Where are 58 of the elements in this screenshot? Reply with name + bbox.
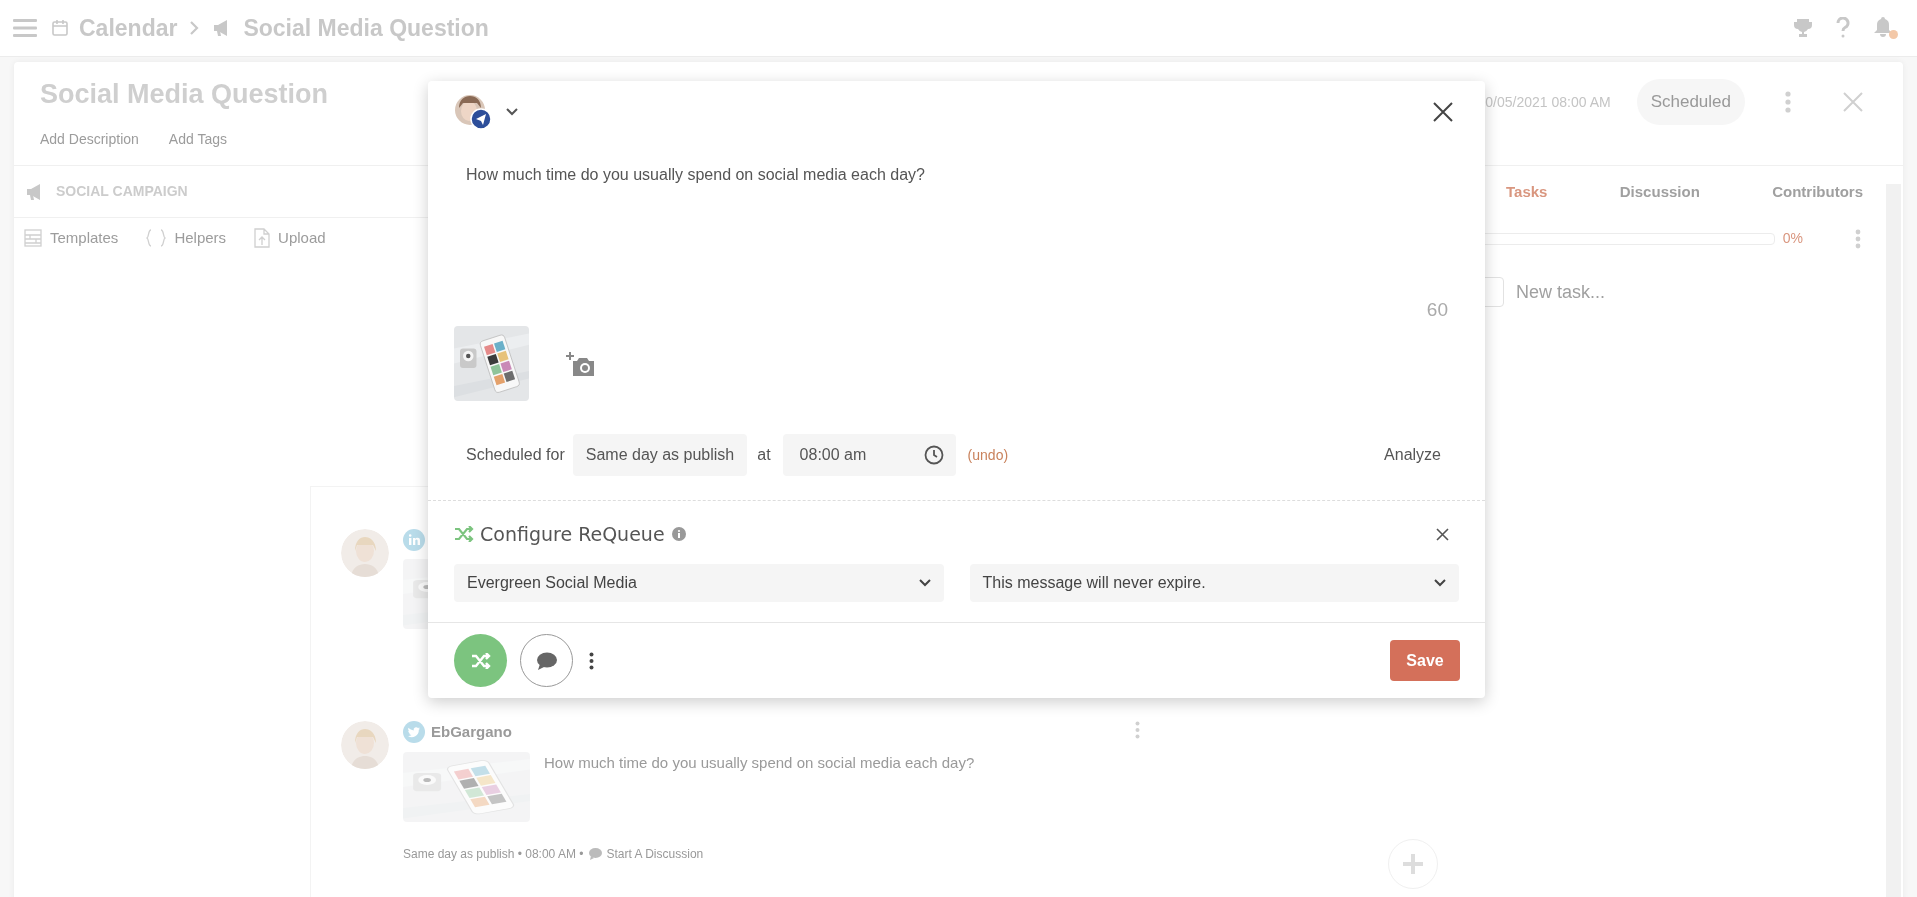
menu-icon[interactable] bbox=[13, 19, 37, 37]
author-name: EbGargano bbox=[431, 722, 512, 742]
schedule-day-select[interactable]: Same day as publish bbox=[572, 434, 748, 476]
text-link[interactable]: Add Tags bbox=[168, 128, 227, 150]
more-icon[interactable] bbox=[589, 651, 594, 670]
shuffle-icon bbox=[470, 652, 491, 669]
chevron-down-icon bbox=[1434, 579, 1446, 587]
post-meta: Same day as publish • 08:00 AM • bbox=[403, 845, 584, 863]
chevron-right-icon bbox=[189, 20, 200, 36]
speech-bubble-icon bbox=[536, 651, 557, 670]
upload-icon bbox=[254, 228, 271, 248]
close-icon[interactable] bbox=[1433, 102, 1453, 122]
chevron-down-icon bbox=[918, 579, 931, 587]
close-icon[interactable] bbox=[1436, 527, 1449, 541]
info-icon bbox=[671, 527, 686, 541]
templates-icon bbox=[24, 229, 42, 247]
avatar bbox=[341, 529, 389, 577]
schedule-label: Scheduled for bbox=[466, 445, 565, 465]
bell-icon[interactable] bbox=[1873, 16, 1893, 38]
comment-button[interactable] bbox=[520, 634, 573, 687]
post-text: How much time do you usually spend on social media each day? bbox=[544, 752, 975, 773]
text-link[interactable]: Add Description bbox=[40, 128, 139, 150]
requeue-toggle[interactable] bbox=[454, 634, 507, 687]
clock-icon bbox=[923, 445, 944, 465]
at-label: at bbox=[757, 445, 771, 465]
dropdown[interactable]: This message will never expire. bbox=[969, 564, 1459, 602]
linkedin-icon bbox=[403, 529, 425, 551]
account-selector[interactable] bbox=[454, 94, 518, 130]
character-count: 60 bbox=[1426, 297, 1448, 322]
avatar bbox=[454, 94, 492, 130]
message-field[interactable]: How much time do you usually spend on social media each day? bbox=[466, 163, 1448, 187]
dropdown[interactable]: Evergreen Social Media bbox=[454, 564, 944, 602]
toolbar-button[interactable]: Upload bbox=[278, 226, 326, 250]
trophy-icon[interactable] bbox=[1793, 18, 1813, 38]
tab[interactable]: Discussion bbox=[1619, 180, 1700, 204]
new-task-field[interactable]: New task... bbox=[1516, 278, 1776, 306]
tab[interactable]: Tasks bbox=[1506, 180, 1548, 204]
toolbar-button[interactable]: Helpers bbox=[174, 226, 227, 250]
undo-link[interactable]: (undo) bbox=[967, 444, 1009, 466]
avatar bbox=[341, 721, 389, 769]
time-field[interactable]: 08:00 am bbox=[782, 434, 956, 476]
discussion-link[interactable]: Start A Discussion bbox=[606, 844, 704, 863]
save-button[interactable]: Save bbox=[1390, 640, 1460, 681]
comment-icon bbox=[588, 847, 602, 860]
tab[interactable]: Contributors bbox=[1772, 180, 1863, 204]
progress-percent: 0% bbox=[1782, 229, 1803, 248]
add-photo-icon[interactable] bbox=[565, 349, 597, 378]
calendar-icon bbox=[51, 19, 69, 37]
plus-icon bbox=[1402, 853, 1424, 875]
status-badge: Scheduled bbox=[1636, 79, 1745, 125]
toolbar-button[interactable]: Templates bbox=[50, 226, 119, 250]
shuffle-icon bbox=[454, 526, 474, 542]
date-text: 0/05/2021 08:00 AM bbox=[1485, 92, 1611, 112]
section-title: Configure ReQueue bbox=[480, 521, 665, 547]
braces-icon bbox=[146, 229, 167, 247]
analyze-button[interactable]: Analyze bbox=[1384, 443, 1441, 467]
bird-icon bbox=[403, 721, 425, 744]
chevron-down-icon bbox=[506, 108, 518, 116]
